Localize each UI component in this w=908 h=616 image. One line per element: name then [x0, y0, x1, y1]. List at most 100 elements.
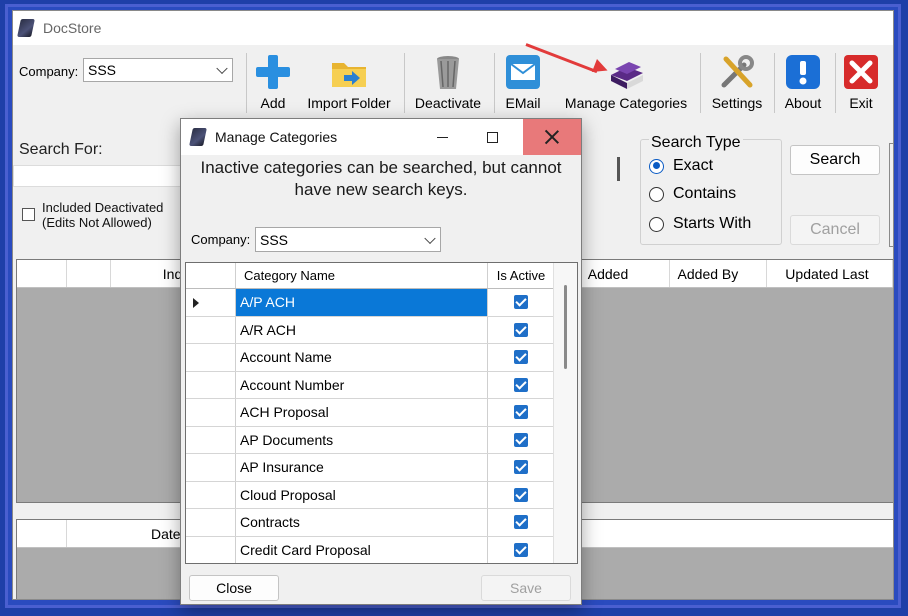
category-name-cell[interactable]: Account Number	[236, 371, 488, 398]
row-selector[interactable]	[186, 454, 236, 481]
include-deactivated-checkbox[interactable]	[22, 208, 35, 221]
category-name-cell[interactable]: Account Name	[236, 344, 488, 371]
categories-col-selector	[186, 263, 236, 288]
is-active-checkbox[interactable]	[514, 322, 528, 337]
radio-starts-with[interactable]: Starts With	[649, 215, 751, 233]
category-name-cell[interactable]: AP Insurance	[236, 454, 488, 481]
categories-grid-header: Category Name Is Active	[186, 263, 577, 289]
category-name-cell[interactable]: Credit Card Proposal	[236, 536, 488, 563]
is-active-checkbox[interactable]	[514, 377, 528, 392]
add-button-label: Add	[260, 95, 286, 111]
category-row[interactable]: AP Documents	[186, 426, 577, 454]
categories-icon	[607, 53, 645, 91]
results-col-updated-last[interactable]: Updated Last	[767, 260, 893, 287]
radio-starts-with-indicator	[649, 216, 664, 232]
is-active-checkbox[interactable]	[514, 460, 528, 475]
is-active-checkbox[interactable]	[514, 542, 528, 557]
toolbar-separator	[494, 53, 495, 113]
categories-col-active[interactable]: Is Active	[488, 263, 555, 288]
row-selector[interactable]	[186, 536, 236, 563]
lower-col-date[interactable]: Date	[67, 520, 183, 547]
results-col-ind[interactable]: Ind	[111, 260, 183, 287]
deactivate-button-label: Deactivate	[414, 95, 482, 111]
is-active-cell	[488, 399, 555, 426]
row-selector[interactable]	[186, 316, 236, 343]
category-name-cell[interactable]: A/P ACH	[236, 289, 488, 316]
minimize-button[interactable]	[419, 119, 465, 155]
categories-scrollbar[interactable]	[553, 263, 577, 563]
is-active-checkbox[interactable]	[514, 515, 528, 530]
cancel-button[interactable]: Cancel	[790, 215, 880, 245]
results-col-selector	[17, 260, 67, 287]
row-selector[interactable]	[186, 481, 236, 508]
category-name-cell[interactable]: ACH Proposal	[236, 399, 488, 426]
save-button[interactable]: Save	[481, 575, 571, 601]
add-button[interactable]: Add	[253, 51, 293, 113]
row-selector[interactable]	[186, 426, 236, 453]
search-scrollbar[interactable]	[617, 157, 620, 181]
include-deactivated-line1: Included Deactivated	[42, 200, 164, 215]
settings-button[interactable]: Settings	[707, 51, 767, 113]
category-row[interactable]: Cloud Proposal	[186, 481, 577, 509]
close-button[interactable]: Close	[189, 575, 279, 601]
row-selector[interactable]	[186, 289, 236, 316]
deactivate-button[interactable]: Deactivate	[411, 51, 485, 113]
email-button[interactable]: EMail	[499, 51, 547, 113]
category-row[interactable]: Account Name	[186, 344, 577, 372]
categories-scroll-thumb[interactable]	[564, 285, 567, 369]
categories-grid[interactable]: Category Name Is Active A/P ACH A/R ACH Ac…	[185, 262, 578, 564]
is-active-checkbox[interactable]	[514, 487, 528, 502]
settings-button-label: Settings	[711, 95, 763, 111]
category-row[interactable]: A/R ACH	[186, 316, 577, 344]
is-active-checkbox[interactable]	[514, 405, 528, 420]
row-selector[interactable]	[186, 371, 236, 398]
about-button-label: About	[784, 95, 822, 111]
category-row[interactable]: Credit Card Proposal	[186, 536, 577, 563]
include-deactivated-line2: (Edits Not Allowed)	[42, 215, 152, 230]
window-title: DocStore	[43, 20, 102, 36]
row-selector[interactable]	[186, 399, 236, 426]
category-name-cell[interactable]: Contracts	[236, 509, 488, 536]
about-button[interactable]: About	[779, 51, 827, 113]
category-name-cell[interactable]: Cloud Proposal	[236, 481, 488, 508]
row-selector[interactable]	[186, 509, 236, 536]
row-selector[interactable]	[186, 344, 236, 371]
maximize-icon	[486, 131, 498, 143]
import-folder-button[interactable]: Import Folder	[301, 51, 397, 113]
categories-rows: A/P ACH A/R ACH Account Name Account Number…	[186, 289, 577, 563]
include-deactivated-label: Included Deactivated (Edits Not Allowed)	[42, 200, 163, 230]
trash-icon	[429, 53, 467, 91]
search-type-group: Search Type Exact Contains Starts With	[640, 134, 782, 245]
category-row[interactable]: Account Number	[186, 371, 577, 399]
results-col-added-by[interactable]: Added By	[670, 260, 768, 287]
is-active-cell	[488, 509, 555, 536]
company-select[interactable]: SSS	[83, 58, 233, 82]
radio-starts-with-label: Starts With	[673, 215, 752, 232]
search-button[interactable]: Search	[790, 145, 880, 175]
category-name-cell[interactable]: A/R ACH	[236, 316, 488, 343]
is-active-cell	[488, 454, 555, 481]
is-active-checkbox[interactable]	[514, 295, 528, 310]
is-active-cell	[488, 426, 555, 453]
manage-categories-button[interactable]: Manage Categories	[559, 51, 693, 113]
is-active-checkbox[interactable]	[514, 350, 528, 365]
categories-col-name-label: Category Name	[244, 268, 336, 283]
radio-contains[interactable]: Contains	[649, 185, 736, 203]
results-col-added[interactable]: Added	[580, 260, 670, 287]
dialog-close-button[interactable]	[523, 119, 581, 155]
results-col-added-by-label: Added By	[677, 265, 739, 282]
category-name-cell[interactable]: AP Documents	[236, 426, 488, 453]
is-active-checkbox[interactable]	[514, 432, 528, 447]
dialog-logo-icon	[189, 128, 207, 146]
dialog-company-select[interactable]: SSS	[255, 227, 441, 252]
category-row[interactable]: AP Insurance	[186, 454, 577, 482]
lower-col-date-label: Date	[151, 525, 181, 542]
exit-button[interactable]: Exit	[841, 51, 881, 113]
category-row[interactable]: ACH Proposal	[186, 399, 577, 427]
category-row[interactable]: Contracts	[186, 509, 577, 537]
category-row[interactable]: A/P ACH	[186, 289, 577, 317]
company-select-value: SSS	[88, 62, 117, 78]
radio-exact[interactable]: Exact	[649, 157, 713, 175]
maximize-button[interactable]	[469, 119, 515, 155]
categories-col-name[interactable]: Category Name	[236, 263, 488, 288]
